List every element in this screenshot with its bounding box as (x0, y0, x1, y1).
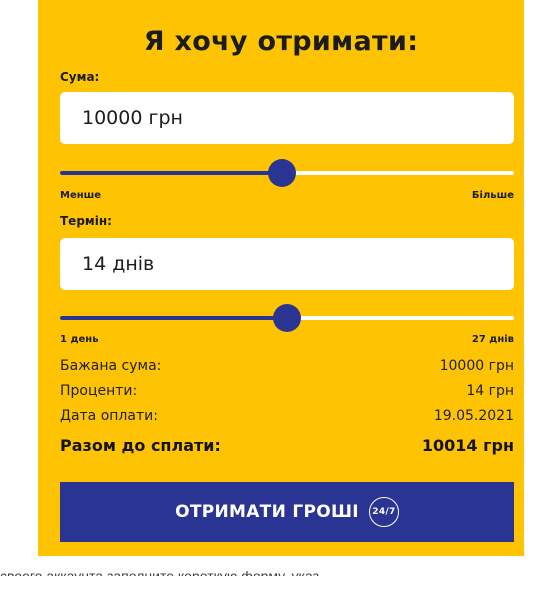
summary-label: Бажана сума: (60, 358, 162, 374)
get-money-button-label: ОТРИМАТИ ГРОШІ (175, 502, 359, 522)
term-slider[interactable] (60, 303, 514, 333)
summary-row-interest: Проценти: 14 грн (60, 383, 514, 399)
amount-label: Сума: (60, 70, 100, 84)
amount-input[interactable]: 10000 грн (60, 92, 514, 144)
term-label: Термін: (60, 214, 112, 228)
summary-label: Дата оплати: (60, 408, 158, 424)
total-label: Разом до сплати: (60, 436, 221, 455)
get-money-button[interactable]: ОТРИМАТИ ГРОШІ 24/7 (60, 482, 514, 542)
summary-row-total: Разом до сплати: 10014 грн (60, 436, 514, 455)
loan-calculator-card: Я хочу отримати: Сума: 10000 грн Менше Б… (38, 0, 524, 556)
summary-label: Проценти: (60, 383, 138, 399)
form-title: Я хочу отримати: (143, 26, 419, 57)
amount-slider-thumb[interactable] (268, 159, 296, 187)
summary-value: 19.05.2021 (433, 408, 514, 424)
term-input[interactable]: 14 днів (60, 238, 514, 290)
term-min-label: 1 день (60, 334, 99, 345)
footer-text: своего аккаунта заполните короткую форму… (0, 568, 320, 584)
term-max-label: 27 днів (471, 334, 514, 345)
amount-slider-fill (60, 171, 282, 175)
summary-row-payment-date: Дата оплати: 19.05.2021 (60, 408, 514, 424)
amount-slider[interactable] (60, 158, 514, 188)
term-slider-thumb[interactable] (273, 304, 301, 332)
summary-value: 14 грн (466, 383, 514, 399)
total-value: 10014 грн (421, 436, 514, 455)
summary-value: 10000 грн (439, 358, 514, 374)
clock-24-7-icon: 24/7 (368, 497, 399, 527)
summary-row-desired-amount: Бажана сума: 10000 грн (60, 358, 514, 374)
amount-max-label: Більше (471, 190, 514, 201)
term-slider-fill (60, 316, 287, 320)
amount-min-label: Менше (60, 190, 102, 201)
